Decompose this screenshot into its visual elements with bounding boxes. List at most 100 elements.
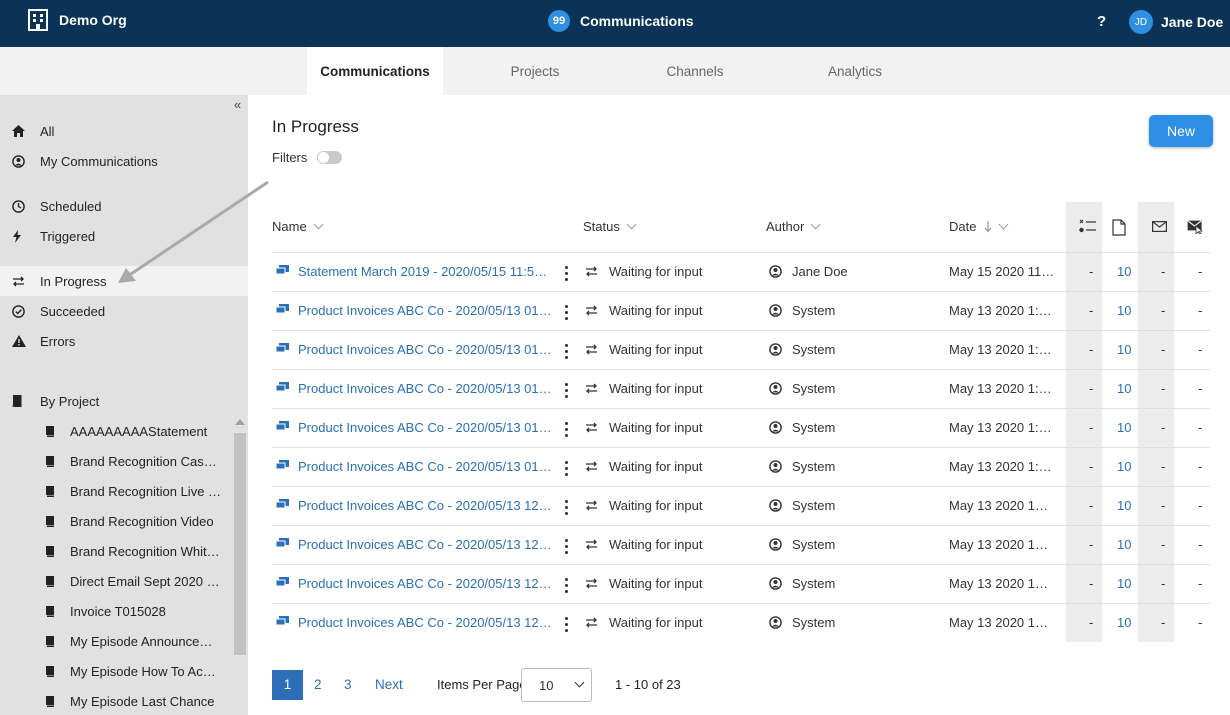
scroll-up-icon[interactable] [235, 419, 245, 425]
column-header-name[interactable]: Name [272, 219, 324, 234]
communication-name-link[interactable]: Product Invoices ABC Co - 2020/05/13 12:… [298, 615, 554, 630]
warning-icon [12, 335, 26, 347]
tab-analytics[interactable]: Analytics [787, 47, 923, 95]
sidebar-project-item[interactable]: Invoice T015028 [0, 596, 232, 626]
table-row[interactable]: Statement March 2019 - 2020/05/15 11:55 … [272, 252, 1210, 291]
help-button[interactable]: ? [1097, 13, 1106, 30]
document-icon[interactable] [1112, 219, 1126, 236]
exchange-icon [586, 461, 597, 472]
exchange-icon [586, 422, 597, 433]
user-circle-icon [769, 343, 782, 356]
tab-communications[interactable]: Communications [307, 47, 443, 95]
filters-toggle[interactable] [317, 151, 343, 164]
scrollbar-thumb[interactable] [234, 433, 246, 655]
column-header-author[interactable]: Author [766, 219, 821, 234]
sidebar-item-succeeded[interactable]: Succeeded [0, 296, 248, 326]
envelope-icon[interactable] [1152, 221, 1167, 232]
page-button-1[interactable]: 1 [272, 670, 303, 700]
status-text: Waiting for input [609, 381, 703, 396]
document-count-link[interactable]: 10 [1117, 459, 1131, 474]
communication-name-link[interactable]: Product Invoices ABC Co - 2020/05/13 12:… [298, 498, 554, 513]
metric-cell: - [1161, 420, 1166, 435]
communication-name-link[interactable]: Product Invoices ABC Co - 2020/05/13 01:… [298, 459, 554, 474]
communication-icon [276, 460, 289, 470]
sidebar-project-item[interactable]: Brand Recognition Whitepaper [0, 536, 232, 566]
sidebar-item-errors[interactable]: Errors [0, 326, 248, 356]
page-button-3[interactable]: 3 [344, 670, 352, 700]
row-actions-menu[interactable] [565, 578, 568, 596]
status-text: Waiting for input [609, 537, 703, 552]
communication-name-link[interactable]: Product Invoices ABC Co - 2020/05/13 12:… [298, 576, 554, 591]
user-circle-icon [769, 304, 782, 317]
row-actions-menu[interactable] [565, 305, 568, 323]
sidebar-project-item[interactable]: AAAAAAAAAStatement [0, 416, 232, 446]
sidebar-item-by-project[interactable]: By Project [0, 386, 248, 416]
metric-cell: - [1089, 303, 1094, 318]
document-count-link[interactable]: 10 [1117, 498, 1131, 513]
tab-channels[interactable]: Channels [627, 47, 763, 95]
sidebar-project-item[interactable]: Direct Email Sept 2020 Event [0, 566, 232, 596]
checklist-icon[interactable] [1079, 219, 1097, 235]
exchange-icon [586, 500, 597, 511]
sidebar-project-item[interactable]: Brand Recognition Live Demo [0, 476, 232, 506]
pagination-range: 1 - 10 of 23 [615, 677, 681, 692]
document-count-link[interactable]: 10 [1117, 303, 1131, 318]
user-menu[interactable]: JD Jane Doe [1129, 10, 1223, 34]
row-actions-menu[interactable] [565, 539, 568, 557]
table-row[interactable]: Product Invoices ABC Co - 2020/05/13 01:… [272, 291, 1210, 330]
items-per-page-select[interactable]: 10 [521, 668, 592, 702]
next-page-button[interactable]: Next [375, 670, 403, 700]
row-actions-menu[interactable] [565, 344, 568, 362]
metric-cell: - [1089, 498, 1094, 513]
row-actions-menu[interactable] [565, 500, 568, 518]
row-actions-menu[interactable] [565, 383, 568, 401]
metric-cell: - [1161, 576, 1166, 591]
metric-cell: - [1198, 498, 1203, 513]
status-text: Waiting for input [609, 342, 703, 357]
document-count-link[interactable]: 10 [1117, 264, 1131, 279]
row-actions-menu[interactable] [565, 617, 568, 635]
document-count-link[interactable]: 10 [1117, 537, 1131, 552]
table-row[interactable]: Product Invoices ABC Co - 2020/05/13 01:… [272, 369, 1210, 408]
page-button-2[interactable]: 2 [314, 670, 322, 700]
date-text: May 15 2020 11:55 AM [949, 264, 1055, 279]
new-button[interactable]: New [1149, 115, 1213, 147]
communication-name-link[interactable]: Product Invoices ABC Co - 2020/05/13 12:… [298, 537, 554, 552]
table-row[interactable]: Product Invoices ABC Co - 2020/05/13 01:… [272, 408, 1210, 447]
communication-name-link[interactable]: Product Invoices ABC Co - 2020/05/13 01:… [298, 420, 554, 435]
column-header-status[interactable]: Status [583, 219, 637, 234]
column-header-label: Name [272, 219, 307, 234]
table-row[interactable]: Product Invoices ABC Co - 2020/05/13 12:… [272, 525, 1210, 564]
communication-name-link[interactable]: Statement March 2019 - 2020/05/15 11:55 … [298, 264, 554, 279]
communication-name-link[interactable]: Product Invoices ABC Co - 2020/05/13 01:… [298, 342, 554, 357]
document-count-link[interactable]: 10 [1117, 576, 1131, 591]
table-row[interactable]: Product Invoices ABC Co - 2020/05/13 12:… [272, 486, 1210, 525]
column-header-label: Date [949, 219, 977, 234]
sidebar-project-item[interactable]: Brand Recognition Video [0, 506, 232, 536]
column-header-date[interactable]: Date [949, 219, 1009, 234]
tab-projects[interactable]: Projects [467, 47, 603, 95]
envelope-cursor-icon[interactable] [1187, 220, 1204, 234]
table-row[interactable]: Product Invoices ABC Co - 2020/05/13 12:… [272, 564, 1210, 603]
document-count-link[interactable]: 10 [1117, 342, 1131, 357]
sidebar-item-label: Succeeded [40, 303, 106, 319]
sidebar-project-item[interactable]: My Episode How To Access [0, 656, 232, 686]
document-count-link[interactable]: 10 [1117, 615, 1131, 630]
sidebar-project-label: My Episode How To Access [70, 663, 222, 679]
document-count-link[interactable]: 10 [1117, 381, 1131, 396]
metric-cell: - [1161, 615, 1166, 630]
communication-name-link[interactable]: Product Invoices ABC Co - 2020/05/13 01:… [298, 381, 554, 396]
sidebar-project-item[interactable]: My Episode Announcement [0, 626, 232, 656]
sidebar-project-item[interactable]: My Episode Last Chance [0, 686, 232, 715]
row-actions-menu[interactable] [565, 266, 568, 284]
row-actions-menu[interactable] [565, 422, 568, 440]
sidebar-project-item[interactable]: Brand Recognition Case Study [0, 446, 232, 476]
table-row[interactable]: Product Invoices ABC Co - 2020/05/13 01:… [272, 447, 1210, 486]
sidebar-scrollbar[interactable] [232, 417, 248, 715]
document-count-link[interactable]: 10 [1117, 420, 1131, 435]
table-row[interactable]: Product Invoices ABC Co - 2020/05/13 01:… [272, 330, 1210, 369]
communication-name-link[interactable]: Product Invoices ABC Co - 2020/05/13 01:… [298, 303, 554, 318]
table-row[interactable]: Product Invoices ABC Co - 2020/05/13 12:… [272, 603, 1210, 642]
row-actions-menu[interactable] [565, 461, 568, 479]
exchange-icon [586, 539, 597, 550]
